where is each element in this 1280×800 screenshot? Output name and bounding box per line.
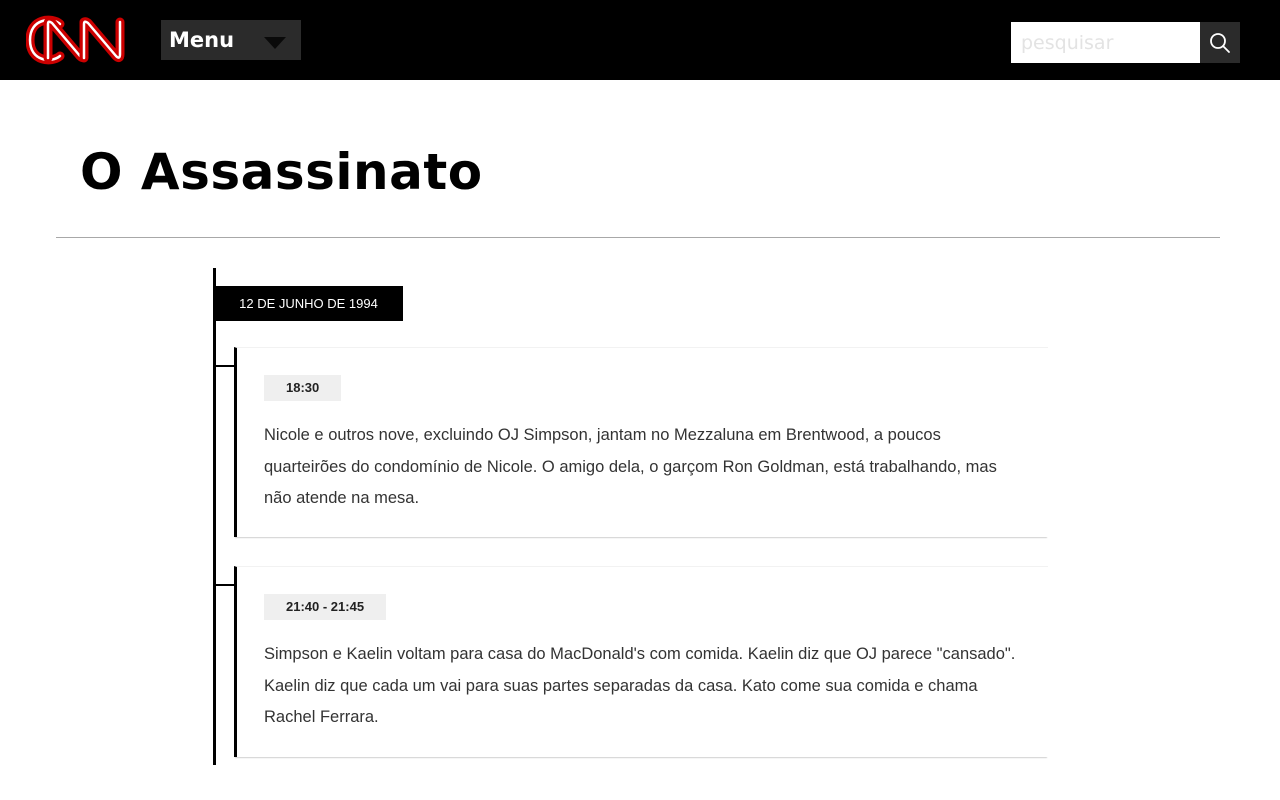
menu-button[interactable]: Menu: [161, 20, 301, 60]
timeline-line: [213, 268, 216, 765]
page-title: O Assassinato: [80, 143, 483, 201]
timeline-connector: [216, 365, 236, 367]
search-input[interactable]: [1011, 22, 1200, 63]
search-icon: [1210, 33, 1230, 53]
date-label: 12 DE JUNHO DE 1994: [214, 286, 403, 321]
timeline-connector: [216, 584, 236, 586]
menu-label: Menu: [169, 28, 235, 52]
cnn-logo[interactable]: [25, 14, 134, 66]
timeline-event-card: 21:40 - 21:45 Simpson e Kaelin voltam pa…: [234, 566, 1048, 757]
caret-down-icon: [264, 37, 286, 49]
search-button[interactable]: [1200, 22, 1240, 63]
cnn-logo-icon: [25, 15, 125, 65]
timeline-event-card: 18:30 Nicole e outros nove, excluindo OJ…: [234, 347, 1048, 537]
event-description: Nicole e outros nove, excluindo OJ Simps…: [264, 426, 997, 507]
title-divider: [56, 237, 1220, 238]
site-header: Menu: [0, 0, 1280, 80]
event-time-badge: 21:40 - 21:45: [264, 594, 387, 620]
event-time-badge: 18:30: [264, 375, 342, 401]
event-description: Simpson e Kaelin voltam para casa do Mac…: [264, 645, 1016, 726]
